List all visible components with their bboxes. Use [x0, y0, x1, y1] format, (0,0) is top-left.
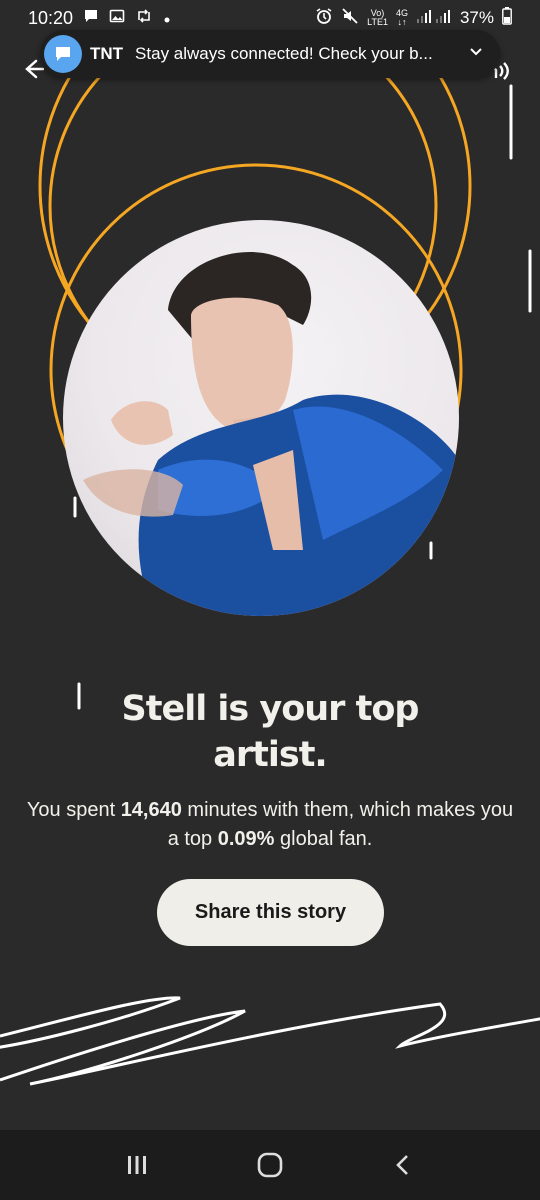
notification-banner[interactable]: TNT Stay always connected! Check your b.…	[40, 30, 500, 78]
percent-value: 0.09%	[217, 828, 275, 850]
minutes-value: 14,640	[120, 799, 182, 821]
message-icon	[83, 8, 99, 29]
battery-icon	[502, 6, 512, 30]
home-icon[interactable]	[240, 1140, 300, 1190]
status-time: 10:20	[28, 7, 74, 28]
headline-line-1: Stell is your top	[121, 689, 420, 729]
story-headline: Stell is your top artist.	[20, 686, 520, 778]
message-bubble-icon	[44, 35, 82, 73]
back-icon[interactable]	[373, 1140, 433, 1190]
share-story-button[interactable]: Share this story	[157, 879, 384, 946]
network-indicator: 4G ↓↑	[396, 9, 408, 27]
mute-icon	[341, 7, 359, 30]
chevron-down-icon[interactable]	[468, 44, 484, 65]
recent-apps-icon[interactable]	[107, 1140, 167, 1190]
story-canvas[interactable]: Stell is your top artist. You spent 14,6…	[0, 36, 540, 1130]
story-body: You spent 14,640 minutes with them, whic…	[20, 796, 520, 854]
system-nav-bar	[0, 1130, 540, 1200]
battery-percent: 37%	[459, 8, 494, 27]
headline-line-2: artist.	[213, 735, 327, 775]
network-bottom: ↓↑	[397, 17, 407, 27]
dot-icon	[163, 8, 171, 29]
alarm-icon	[315, 7, 333, 30]
artist-photo	[63, 220, 459, 616]
notification-app-name: TNT	[90, 44, 124, 63]
gallery-icon	[109, 8, 125, 29]
body-post: global fan.	[274, 828, 373, 850]
wifi-signal-icon	[416, 8, 452, 29]
volte-indicator: Vo) LTE1	[367, 9, 388, 27]
body-pre: You spent	[26, 799, 121, 821]
notification-text: Stay always connected! Check your b...	[135, 44, 433, 63]
volte-bottom: LTE1	[367, 17, 388, 27]
retweet-icon	[135, 8, 153, 29]
